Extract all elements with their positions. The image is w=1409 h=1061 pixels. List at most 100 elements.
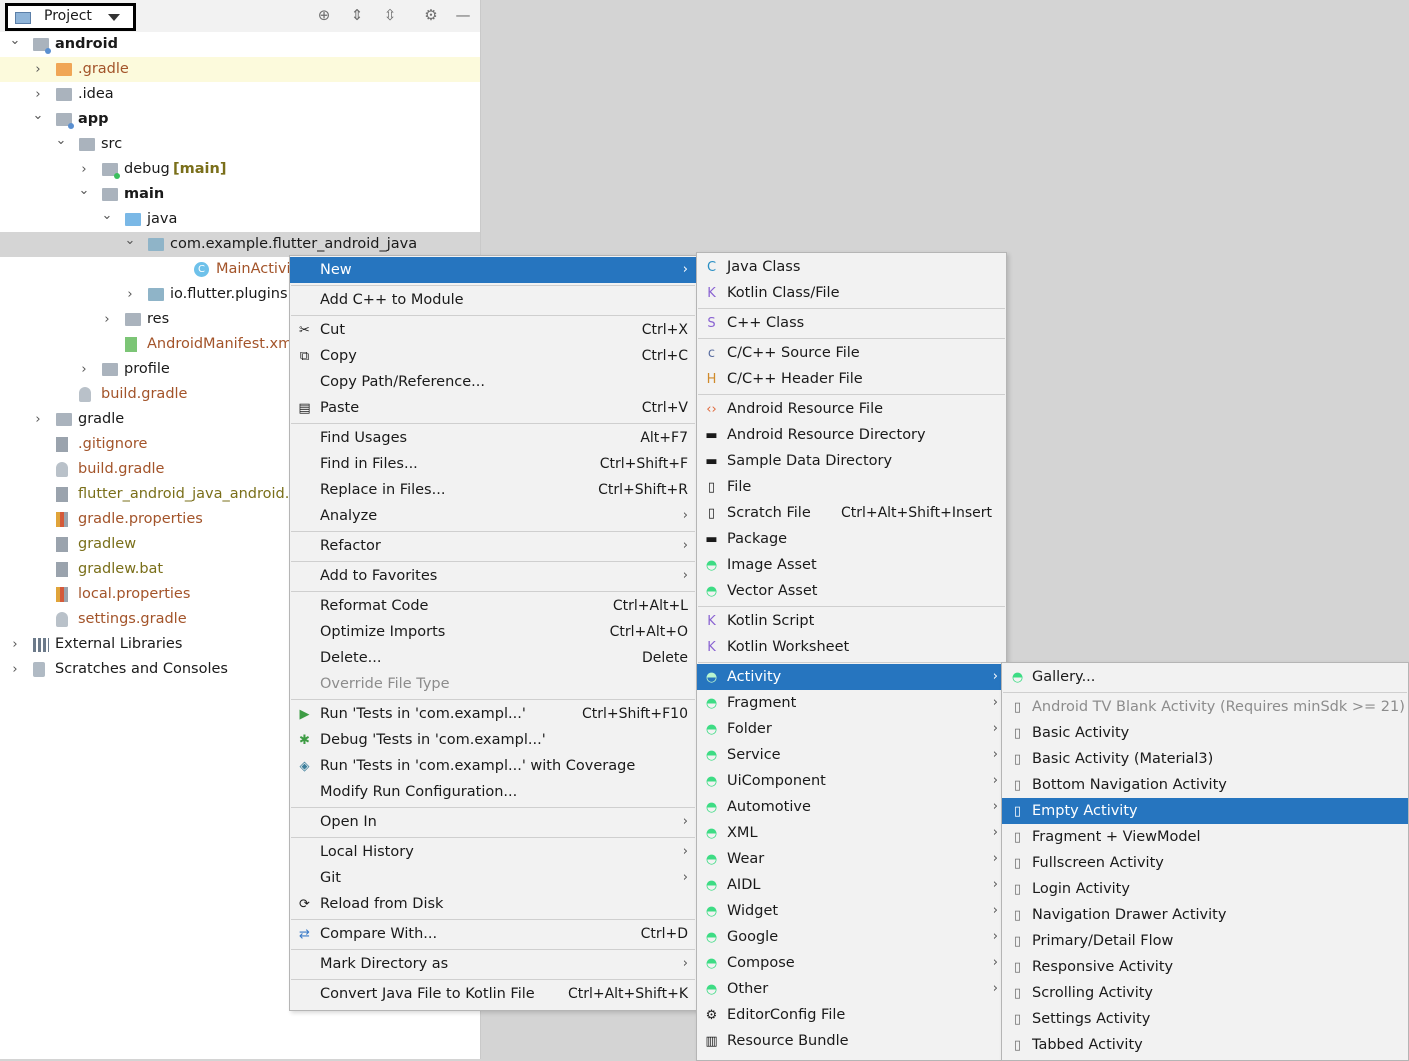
tree-item-gradle[interactable]: › .gradle: [0, 57, 480, 82]
minimize-icon[interactable]: —: [452, 4, 474, 26]
menu-item-fragment[interactable]: ◓ Fragment ›: [697, 690, 1006, 716]
tree-item-android[interactable]: ⌄ android: [0, 32, 480, 57]
menu-item-vector-asset[interactable]: ◓ Vector Asset: [697, 578, 1006, 604]
menu-item-primary-detail-flow[interactable]: ▯ Primary/Detail Flow: [1002, 928, 1408, 954]
chevron-down-icon[interactable]: ⌄: [77, 178, 91, 203]
menu-item-fullscreen-activity[interactable]: ▯ Fullscreen Activity: [1002, 850, 1408, 876]
menu-item-other[interactable]: ◓ Other ›: [697, 976, 1006, 1002]
menu-item-git[interactable]: Git ›: [290, 865, 696, 891]
phone-icon: ▯: [1013, 726, 1022, 741]
menu-item-optimize-imports[interactable]: Optimize Imports Ctrl+Alt+O: [290, 619, 696, 645]
menu-item-add-to-favorites[interactable]: Add to Favorites ›: [290, 563, 696, 589]
menu-item-tabbed-activity[interactable]: ▯ Tabbed Activity: [1002, 1032, 1408, 1058]
menu-item-widget[interactable]: ◓ Widget ›: [697, 898, 1006, 924]
chevron-right-icon[interactable]: ›: [8, 657, 22, 682]
view-selector-dropdown[interactable]: Project: [5, 3, 136, 31]
menu-item-xml[interactable]: ◓ XML ›: [697, 820, 1006, 846]
chevron-right-icon[interactable]: ›: [31, 57, 45, 82]
menu-item-scratch-file[interactable]: ▯ Scratch File Ctrl+Alt+Shift+Insert: [697, 500, 1006, 526]
menu-item-delete[interactable]: Delete... Delete: [290, 645, 696, 671]
menu-item-automotive[interactable]: ◓ Automotive ›: [697, 794, 1006, 820]
menu-item-reload-from-disk[interactable]: ⟳ Reload from Disk: [290, 891, 696, 917]
menu-item-local-history[interactable]: Local History ›: [290, 839, 696, 865]
menu-item-run-tests-in-com-exampl[interactable]: ▶ Run 'Tests in 'com.exampl...' Ctrl+Shift…: [290, 701, 696, 727]
menu-item-reformat-code[interactable]: Reformat Code Ctrl+Alt+L: [290, 593, 696, 619]
menu-item-package[interactable]: ▬ Package: [697, 526, 1006, 552]
menu-item-copy[interactable]: ⧉ Copy Ctrl+C: [290, 343, 696, 369]
gear-icon[interactable]: ⚙: [420, 4, 442, 26]
tree-item-main[interactable]: ⌄ main: [0, 182, 480, 207]
menu-item-login-activity[interactable]: ▯ Login Activity: [1002, 876, 1408, 902]
tree-item-idea[interactable]: › .idea: [0, 82, 480, 107]
menu-item-wear[interactable]: ◓ Wear ›: [697, 846, 1006, 872]
chevron-right-icon[interactable]: ›: [31, 407, 45, 432]
menu-item-scrolling-activity[interactable]: ▯ Scrolling Activity: [1002, 980, 1408, 1006]
menu-item-analyze[interactable]: Analyze ›: [290, 503, 696, 529]
menu-item-gallery[interactable]: ◓ Gallery...: [1002, 664, 1408, 690]
menu-item-label: Basic Activity: [1032, 725, 1130, 741]
menu-item-folder[interactable]: ◓ Folder ›: [697, 716, 1006, 742]
chevron-right-icon[interactable]: ›: [100, 307, 114, 332]
menu-item-add-c-to-module[interactable]: Add C++ to Module: [290, 287, 696, 313]
tree-item-com-example-flutter-android-java[interactable]: ⌄ com.example.flutter_android_java: [0, 232, 480, 257]
chevron-right-icon[interactable]: ›: [8, 632, 22, 657]
menu-item-new[interactable]: New ›: [290, 257, 696, 283]
menu-item-aidl[interactable]: ◓ AIDL ›: [697, 872, 1006, 898]
menu-item-mark-directory-as[interactable]: Mark Directory as ›: [290, 951, 696, 977]
menu-item-navigation-drawer-activity[interactable]: ▯ Navigation Drawer Activity: [1002, 902, 1408, 928]
chevron-right-icon[interactable]: ›: [123, 282, 137, 307]
menu-item-modify-run-configuration[interactable]: Modify Run Configuration...: [290, 779, 696, 805]
menu-item-fragment-viewmodel[interactable]: ▯ Fragment + ViewModel: [1002, 824, 1408, 850]
menu-item-file[interactable]: ▯ File: [697, 474, 1006, 500]
menu-item-editorconfig-file[interactable]: ⚙ EditorConfig File: [697, 1002, 1006, 1028]
menu-item-activity[interactable]: ◓ Activity ›: [697, 664, 1006, 690]
menu-item-refactor[interactable]: Refactor ›: [290, 533, 696, 559]
menu-item-resource-bundle[interactable]: ▥ Resource Bundle: [697, 1028, 1006, 1054]
menu-item-basic-activity[interactable]: ▯ Basic Activity: [1002, 720, 1408, 746]
tree-item-app[interactable]: ⌄ app: [0, 107, 480, 132]
menu-item-android-resource-directory[interactable]: ▬ Android Resource Directory: [697, 422, 1006, 448]
menu-item-kotlin-class-file[interactable]: K Kotlin Class/File: [697, 280, 1006, 306]
chevron-down-icon[interactable]: ⌄: [123, 228, 137, 253]
menu-item-c-c-header-file[interactable]: H C/C++ Header File: [697, 366, 1006, 392]
menu-item-empty-activity[interactable]: ▯ Empty Activity: [1002, 798, 1408, 824]
menu-item-c-class[interactable]: S C++ Class: [697, 310, 1006, 336]
menu-item-find-in-files[interactable]: Find in Files... Ctrl+Shift+F: [290, 451, 696, 477]
chevron-down-icon[interactable]: ⌄: [54, 128, 68, 153]
menu-item-bottom-navigation-activity[interactable]: ▯ Bottom Navigation Activity: [1002, 772, 1408, 798]
menu-item-image-asset[interactable]: ◓ Image Asset: [697, 552, 1006, 578]
menu-item-open-in[interactable]: Open In ›: [290, 809, 696, 835]
chevron-right-icon[interactable]: ›: [77, 357, 91, 382]
menu-item-paste[interactable]: ▤ Paste Ctrl+V: [290, 395, 696, 421]
menu-item-compose[interactable]: ◓ Compose ›: [697, 950, 1006, 976]
locate-icon[interactable]: ⊕: [313, 4, 335, 26]
menu-item-sample-data-directory[interactable]: ▬ Sample Data Directory: [697, 448, 1006, 474]
collapse-all-icon[interactable]: ⇳: [379, 4, 401, 26]
menu-item-service[interactable]: ◓ Service ›: [697, 742, 1006, 768]
menu-item-copy-path-reference[interactable]: Copy Path/Reference...: [290, 369, 696, 395]
menu-item-debug-tests-in-com-exampl[interactable]: ✱ Debug 'Tests in 'com.exampl...': [290, 727, 696, 753]
tree-item-java[interactable]: ⌄ java: [0, 207, 480, 232]
menu-item-c-c-source-file[interactable]: c C/C++ Source File: [697, 340, 1006, 366]
chevron-down-icon[interactable]: ⌄: [31, 103, 45, 128]
menu-item-cut[interactable]: ✂ Cut Ctrl+X: [290, 317, 696, 343]
chevron-down-icon[interactable]: ⌄: [8, 28, 22, 53]
menu-item-run-tests-in-com-exampl-with-coverage[interactable]: ◈ Run 'Tests in 'com.exampl...' with Cove…: [290, 753, 696, 779]
chevron-down-icon[interactable]: ⌄: [100, 203, 114, 228]
menu-item-compare-with[interactable]: ⇄ Compare With... Ctrl+D: [290, 921, 696, 947]
expand-all-icon[interactable]: ⇕: [346, 4, 368, 26]
menu-item-kotlin-script[interactable]: K Kotlin Script: [697, 608, 1006, 634]
menu-item-google[interactable]: ◓ Google ›: [697, 924, 1006, 950]
menu-item-find-usages[interactable]: Find Usages Alt+F7: [290, 425, 696, 451]
menu-item-convert-java-file-to-kotlin-file[interactable]: Convert Java File to Kotlin File Ctrl+Alt…: [290, 981, 696, 1007]
menu-item-basic-activity-material3[interactable]: ▯ Basic Activity (Material3): [1002, 746, 1408, 772]
menu-item-java-class[interactable]: C Java Class: [697, 254, 1006, 280]
menu-item-kotlin-worksheet[interactable]: K Kotlin Worksheet: [697, 634, 1006, 660]
menu-item-uicomponent[interactable]: ◓ UiComponent ›: [697, 768, 1006, 794]
tree-item-debug[interactable]: › debug [main]: [0, 157, 480, 182]
menu-item-replace-in-files[interactable]: Replace in Files... Ctrl+Shift+R: [290, 477, 696, 503]
menu-item-android-resource-file[interactable]: ‹› Android Resource File: [697, 396, 1006, 422]
menu-item-settings-activity[interactable]: ▯ Settings Activity: [1002, 1006, 1408, 1032]
menu-item-responsive-activity[interactable]: ▯ Responsive Activity: [1002, 954, 1408, 980]
tree-item-src[interactable]: ⌄ src: [0, 132, 480, 157]
